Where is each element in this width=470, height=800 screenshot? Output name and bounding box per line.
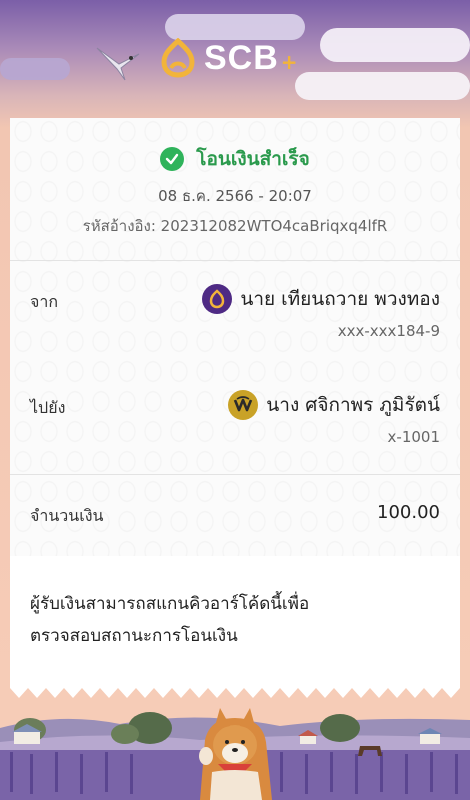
recipient-account: x-1001 [387, 428, 440, 446]
scb-logo: SCB + [158, 38, 298, 78]
divider [10, 474, 460, 475]
from-label: จาก [30, 292, 59, 311]
landscape-illustration [0, 708, 470, 800]
qr-note-line1: ผู้รับเงินสามารถสแกนคิวอาร์โค้ดนี้เพื่อ [30, 594, 310, 614]
amount-label: จำนวนเงิน [30, 506, 104, 525]
cloud [0, 58, 70, 80]
transaction-datetime: 08 ธ.ค. 2566 - 20:07 [158, 187, 312, 205]
brand-name: SCB [204, 38, 279, 77]
reference-number: รหัสอ้างอิง: 202312082WTO4caBriqxq4lfR [82, 217, 388, 235]
divider [10, 260, 460, 261]
sender-account: xxx-xxx184-9 [337, 322, 440, 340]
cloud [165, 14, 305, 40]
status-text: โอนเงินสำเร็จ [196, 148, 310, 170]
status-row: โอนเงินสำเร็จ [10, 144, 460, 174]
sender-name: นาย เทียนถวาย พวงทอง [240, 288, 440, 310]
scb-logo-icon [161, 38, 195, 78]
recipient-row: นาง ศจิกาพร ภูมิรัตน์ [228, 390, 440, 420]
cloud [320, 28, 470, 62]
to-label: ไปยัง [30, 398, 66, 417]
brand-plus: + [280, 50, 298, 74]
kbank-icon [228, 390, 259, 420]
scb-icon [202, 284, 233, 314]
header: SCB + [0, 0, 470, 120]
bird-icon [96, 47, 140, 81]
sender-row: นาย เทียนถวาย พวงทอง [202, 284, 440, 314]
check-icon [160, 147, 185, 171]
recipient-name: นาง ศจิกาพร ภูมิรัตน์ [266, 394, 440, 416]
cloud [295, 72, 470, 100]
qr-note-line2: ตรวจสอบสถานะการโอนเงิน [30, 626, 238, 646]
qr-note: ผู้รับเงินสามารถสแกนคิวอาร์โค้ดนี้เพื่อ … [30, 588, 309, 652]
receipt-card: โอนเงินสำเร็จ 08 ธ.ค. 2566 - 20:07 รหัสอ… [10, 118, 460, 688]
amount-value: 100.00 [377, 502, 440, 523]
